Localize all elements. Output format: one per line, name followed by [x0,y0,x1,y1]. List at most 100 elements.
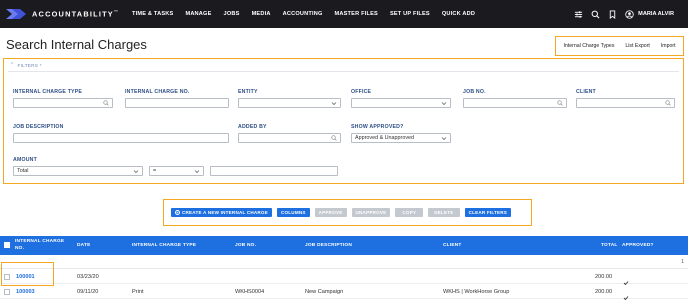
entity-label: ENTITY [238,89,258,95]
chevron-down-icon [331,101,337,106]
nav-quick-add[interactable]: QUICK ADD [442,11,475,17]
job-description-label: JOB DESCRIPTION [13,124,64,130]
create-internal-charge-label: CREATE A NEW INTERNAL CHARGE [182,210,268,215]
show-approved-label: SHOW APPROVED? [351,124,404,130]
filters-header: FILTERS * [17,62,42,68]
bookmark-icon[interactable] [608,9,617,19]
column-job-no[interactable]: JOB NO. [235,243,256,248]
columns-button[interactable]: COLUMNS [277,208,310,217]
copy-button[interactable]: COPY [395,208,424,217]
filters-panel: ⌃ FILTERS * INTERNAL CHARGE TYPE INTERNA… [3,58,684,184]
internal-charge-types-link[interactable]: Internal Charge Types [563,43,614,49]
added-by-input[interactable] [238,133,341,143]
nav-set-up-files[interactable]: SET UP FILES [390,11,430,17]
amount-operator-select[interactable]: = [149,166,204,176]
job-description-input[interactable] [13,133,229,143]
nav-master-files[interactable]: MASTER FILES [335,11,378,17]
chevron-up-icon: ⌃ [10,62,15,68]
column-approved[interactable]: APPROVED? [622,243,654,248]
main-menu: TIME & TASKS MANAGE JOBS MEDIA ACCOUNTIN… [132,11,487,17]
amount-type-select[interactable]: Total [13,166,143,176]
column-internal-charge-type[interactable]: INTERNAL CHARGE TYPE [132,243,196,248]
nav-accounting[interactable]: ACCOUNTING [283,11,323,17]
plus-circle-icon: + [175,209,180,215]
select-all-checkbox[interactable] [4,242,10,248]
row-date: 03/23/20 [77,274,99,280]
nav-right-tools: MARIA ALVIR [566,0,674,28]
row-highlight-annotation [1,262,54,286]
client-label: CLIENT [576,89,596,95]
table-row[interactable]: 100001 03/23/20 200.00 [0,270,688,286]
search-icon [665,100,671,106]
row-client: WKHS | WorkHorse Group [443,289,510,295]
nav-manage[interactable]: MANAGE [185,11,211,17]
job-no-input[interactable] [463,98,567,108]
row-total: 200.00 [595,274,613,280]
filters-toggle[interactable]: ⌃ FILTERS * [10,62,42,68]
amount-value-input[interactable] [210,166,338,176]
nav-jobs[interactable]: JOBS [224,11,240,17]
amount-type-value: Total [17,168,29,174]
show-approved-value: Approved & Unapproved [355,135,415,141]
chevron-down-icon [133,169,139,174]
delete-button[interactable]: DELETE [428,208,460,217]
office-select[interactable] [351,98,451,108]
client-input[interactable] [576,98,675,108]
show-approved-select[interactable]: Approved & Unapproved [351,133,451,143]
user-avatar-icon[interactable] [625,9,634,19]
logo-icon [6,9,26,19]
search-icon [557,100,563,106]
user-name[interactable]: MARIA ALVIR [638,11,674,17]
internal-charge-no-label: INTERNAL CHARGE NO. [125,89,190,95]
sliders-icon[interactable] [574,10,583,19]
import-link[interactable]: Import [661,43,676,49]
office-label: OFFICE [351,89,372,95]
amount-label: AMOUNT [13,157,37,163]
table-row[interactable]: 100003 09/11/20 Print WKHS0004 New Campa… [0,285,688,301]
internal-charge-type-label: INTERNAL CHARGE TYPE [13,89,83,95]
entity-select[interactable] [238,98,341,108]
title-links-group: Internal Charge Types List Export Import [555,36,684,56]
chevron-down-icon [194,169,200,174]
internal-charge-type-input[interactable] [13,98,113,108]
nav-time-tasks[interactable]: TIME & TASKS [132,11,173,17]
action-bar: + CREATE A NEW INTERNAL CHARGE COLUMNS A… [163,199,532,226]
top-nav: ACCOUNTABILITY™ TIME & TASKS MANAGE JOBS… [0,0,688,28]
column-total[interactable]: TOTAL [601,243,618,248]
chevron-down-icon [441,101,447,106]
amount-operator-value: = [153,168,157,174]
group-row: 1 [0,255,688,269]
row-job-no: WKHS0004 [235,289,265,295]
column-date[interactable]: DATE [77,243,91,248]
column-internal-charge-no[interactable]: INTERNAL CHARGE [15,239,64,244]
row-type: Print [132,289,144,295]
clear-filters-button[interactable]: CLEAR FILTERS [464,208,512,217]
added-by-label: ADDED BY [238,124,267,130]
job-no-label: JOB NO. [463,89,486,95]
table-header: INTERNAL CHARGE NO. DATE INTERNAL CHARGE… [0,236,688,255]
row-checkbox[interactable] [4,289,10,295]
checkmark-icon [623,288,629,301]
brand-logo[interactable]: ACCOUNTABILITY™ [6,7,126,21]
internal-charge-no-input[interactable] [125,98,229,108]
search-icon[interactable] [591,10,600,19]
approve-button[interactable]: APPROVE [314,208,347,217]
column-job-description[interactable]: JOB DESCRIPTION [305,243,352,248]
charge-no-link[interactable]: 100003 [16,289,35,295]
checkmark-icon [623,273,629,286]
create-internal-charge-button[interactable]: + CREATE A NEW INTERNAL CHARGE [171,208,272,217]
list-export-link[interactable]: List Export [625,43,650,49]
group-count: 1 [681,259,684,265]
row-date: 09/11/20 [77,289,99,295]
search-icon [103,100,109,106]
row-job-description: New Campaign [305,289,344,295]
chevron-down-icon [441,136,447,141]
nav-media[interactable]: MEDIA [252,11,271,17]
column-internal-charge-no-line2[interactable]: NO. [15,246,24,251]
filters-divider [8,71,679,72]
unapprove-button[interactable]: UNAPPROVE [351,208,391,217]
brand-name: ACCOUNTABILITY™ [32,9,120,19]
column-client[interactable]: CLIENT [443,243,462,248]
search-icon [331,135,337,141]
page-title: Search Internal Charges [6,37,147,52]
